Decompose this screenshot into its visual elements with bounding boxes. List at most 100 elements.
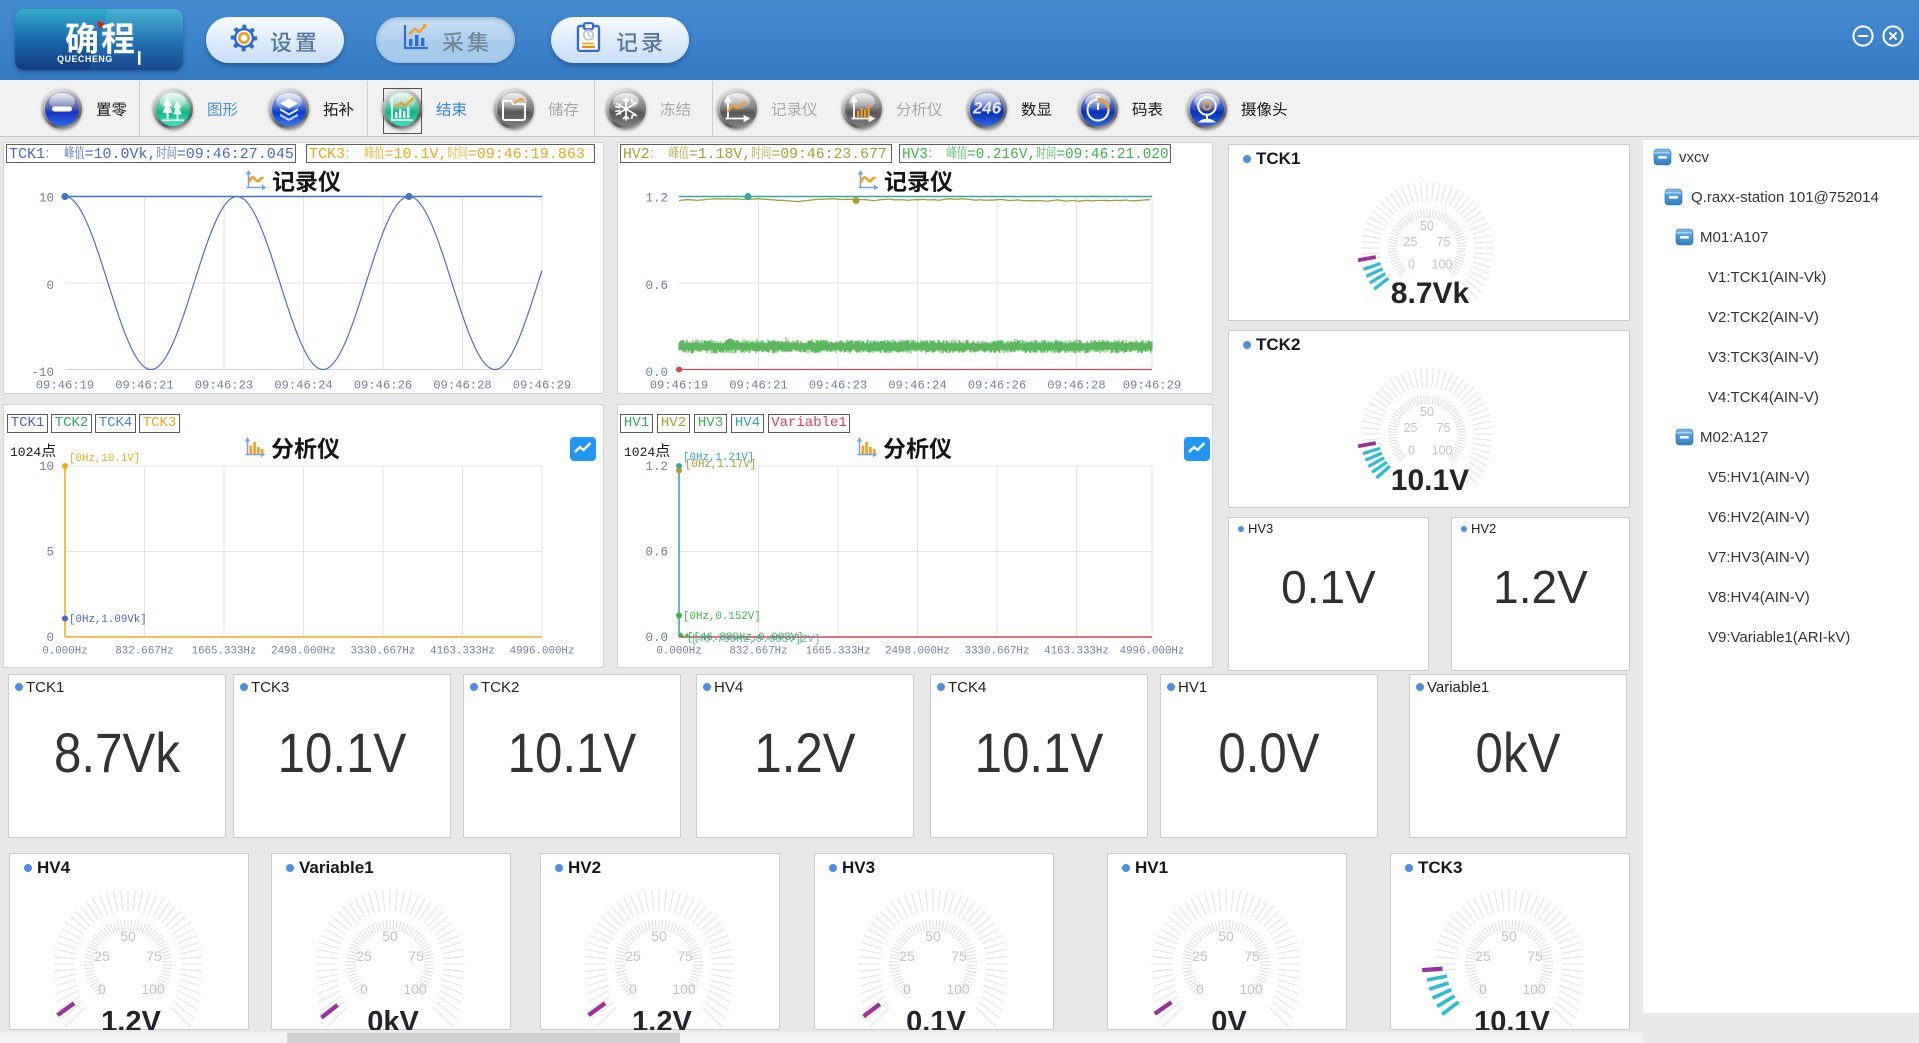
svg-text:V3:TCK3(AIN-V): V3:TCK3(AIN-V) [1708,349,1819,366]
svg-text:HV1: HV1 [1178,679,1207,696]
svg-text:09:46:21: 09:46:21 [729,379,788,393]
svg-text:0.0: 0.0 [645,631,668,645]
svg-text:75: 75 [951,948,967,964]
svg-text:10: 10 [39,192,54,206]
svg-text:4996.000Hz: 4996.000Hz [510,646,575,658]
svg-text:100: 100 [946,981,970,997]
svg-text:[0Hz,1.17V]: [0Hz,1.17V] [685,459,756,471]
svg-text:M01:A107: M01:A107 [1700,229,1768,246]
svg-text:TCK1: TCK1 [26,679,64,696]
svg-text:09:46:23: 09:46:23 [809,379,868,393]
svg-text:M02:A127: M02:A127 [1700,429,1768,446]
svg-text:832.667Hz: 832.667Hz [729,646,787,658]
svg-text:100: 100 [1432,444,1453,458]
svg-text:75: 75 [146,948,162,964]
svg-text:V5:HV1(AIN-V): V5:HV1(AIN-V) [1708,469,1810,486]
svg-text:2498.000Hz: 2498.000Hz [885,646,950,658]
svg-text:50: 50 [382,928,398,944]
svg-text:09:46:19: 09:46:19 [650,379,709,393]
svg-text:0.0V: 0.0V [1218,722,1319,785]
svg-text:0: 0 [98,981,106,997]
svg-text:25: 25 [1192,948,1208,964]
svg-text:[0Hz,0.152V]: [0Hz,0.152V] [683,611,761,623]
svg-text:09:46:24: 09:46:24 [274,379,333,393]
svg-text:HV3: HV3 [842,858,875,877]
svg-text:V2:TCK2(AIN-V): V2:TCK2(AIN-V) [1708,309,1819,326]
svg-text:TCK2: TCK2 [481,679,519,696]
svg-text:100: 100 [141,981,165,997]
svg-text:25: 25 [899,948,915,964]
svg-text:TCK3: TCK3 [1418,858,1462,877]
svg-text:10.1V: 10.1V [1474,1006,1550,1030]
svg-text:V4:TCK4(AIN-V): V4:TCK4(AIN-V) [1708,389,1819,406]
svg-text:10: 10 [39,460,54,474]
svg-text:25: 25 [356,948,372,964]
svg-text:0: 0 [1196,981,1204,997]
svg-text:50: 50 [651,928,667,944]
svg-text:Variable1: Variable1 [1427,679,1489,696]
svg-text:0V: 0V [1211,1006,1247,1030]
svg-text:09:46:19: 09:46:19 [36,379,95,393]
svg-text:8.7Vk: 8.7Vk [1391,277,1470,310]
svg-text:4163.333Hz: 4163.333Hz [430,646,495,658]
svg-text:75: 75 [1527,948,1543,964]
svg-text:0: 0 [1408,444,1415,458]
svg-text:0kV: 0kV [1476,722,1561,785]
svg-text:10.1V: 10.1V [278,722,407,785]
svg-text:09:46:29: 09:46:29 [513,379,572,393]
svg-text:10.1V: 10.1V [975,722,1104,785]
svg-text:0: 0 [629,981,637,997]
svg-text:09:46:28: 09:46:28 [1047,379,1106,393]
svg-text:0kV: 0kV [367,1006,419,1030]
svg-text:246: 246 [972,99,1002,118]
svg-text:4163.333Hz: 4163.333Hz [1044,646,1109,658]
svg-text:09:46:26: 09:46:26 [354,379,413,393]
svg-text:0: 0 [46,631,54,645]
svg-text:1.2: 1.2 [645,192,668,206]
svg-text:0.000Hz: 0.000Hz [42,646,87,658]
svg-text:Variable1: Variable1 [299,858,374,877]
svg-text:V6:HV2(AIN-V): V6:HV2(AIN-V) [1708,509,1810,526]
svg-text:[0Hz,10.1V]: [0Hz,10.1V] [69,453,140,465]
svg-text:0: 0 [1479,981,1487,997]
svg-text:0: 0 [360,981,368,997]
svg-text:HV2: HV2 [1471,521,1496,536]
svg-text:25: 25 [1404,421,1418,435]
svg-text:0.1V: 0.1V [1281,561,1376,613]
svg-text:Q.raxx-station 101@752014: Q.raxx-station 101@752014 [1691,189,1879,206]
svg-text:1.2V: 1.2V [1493,561,1588,613]
svg-text:3330.667Hz: 3330.667Hz [351,646,416,658]
svg-text:TCK2: TCK2 [1256,335,1300,354]
svg-text:V8:HV4(AIN-V): V8:HV4(AIN-V) [1708,589,1810,606]
svg-text:50: 50 [1218,928,1234,944]
svg-text:100: 100 [1432,258,1453,272]
svg-text:HV1: HV1 [1135,858,1168,877]
svg-text:09:46:24: 09:46:24 [888,379,947,393]
svg-text:100: 100 [672,981,696,997]
svg-text:75: 75 [1437,235,1451,249]
svg-text:0.1V: 0.1V [906,1006,966,1030]
svg-text:0: 0 [903,981,911,997]
svg-text:10.1V: 10.1V [508,722,637,785]
svg-text:0.000Hz: 0.000Hz [656,646,701,658]
svg-text:09:46:21: 09:46:21 [115,379,174,393]
svg-text:0: 0 [1408,258,1415,272]
svg-text:2498.000Hz: 2498.000Hz [271,646,336,658]
svg-text:TCK4: TCK4 [948,679,986,696]
svg-text:4996.000Hz: 4996.000Hz [1120,646,1185,658]
svg-text:100: 100 [403,981,427,997]
svg-text:V1:TCK1(AIN-Vk): V1:TCK1(AIN-Vk) [1708,269,1826,286]
svg-text:25: 25 [1475,948,1491,964]
svg-text:75: 75 [408,948,424,964]
svg-text:09:46:28: 09:46:28 [433,379,492,393]
svg-text:0.6: 0.6 [645,546,668,560]
svg-text:1.2V: 1.2V [632,1006,692,1030]
svg-text:25: 25 [625,948,641,964]
svg-text:0: 0 [46,279,54,293]
svg-text:[46.799Hz,0.005V]2V]: [46.799Hz,0.005V]2V] [691,634,821,646]
svg-text:75: 75 [677,948,693,964]
svg-text:HV2: HV2 [568,858,601,877]
svg-text:[0Hz,1.09Vk]: [0Hz,1.09Vk] [69,614,147,626]
svg-text:75: 75 [1244,948,1260,964]
svg-text:25: 25 [1404,235,1418,249]
